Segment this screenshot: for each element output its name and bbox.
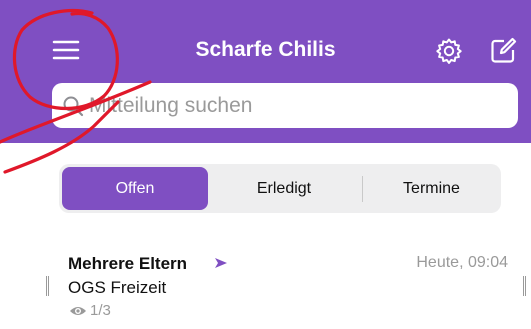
gear-icon: [436, 38, 462, 64]
message-timestamp: Heute, 09:04: [416, 254, 508, 271]
message-subject: OGS Freizeit: [68, 278, 167, 297]
tab-termine[interactable]: Termine: [365, 167, 498, 210]
eye-icon: [70, 307, 86, 315]
tab-erledigt[interactable]: Erledigt: [213, 167, 355, 210]
compose-icon: [491, 37, 517, 63]
filter-tabs: Offen Erledigt Termine: [59, 164, 501, 213]
tab-divider: [362, 176, 363, 202]
search-input[interactable]: [89, 83, 499, 128]
message-sender: Mehrere Eltern: [68, 254, 188, 273]
swipe-handle-left[interactable]: [46, 276, 49, 296]
read-count: 1/3: [90, 302, 111, 319]
search-icon: [63, 96, 84, 117]
tab-offen[interactable]: Offen: [62, 167, 208, 210]
compose-button[interactable]: [489, 37, 517, 65]
search-bar[interactable]: [52, 83, 518, 128]
sent-arrow-icon: [215, 258, 227, 268]
swipe-handle-right[interactable]: [523, 276, 526, 296]
header-bar: Scharfe Chilis: [0, 0, 531, 143]
settings-button[interactable]: [435, 37, 463, 65]
